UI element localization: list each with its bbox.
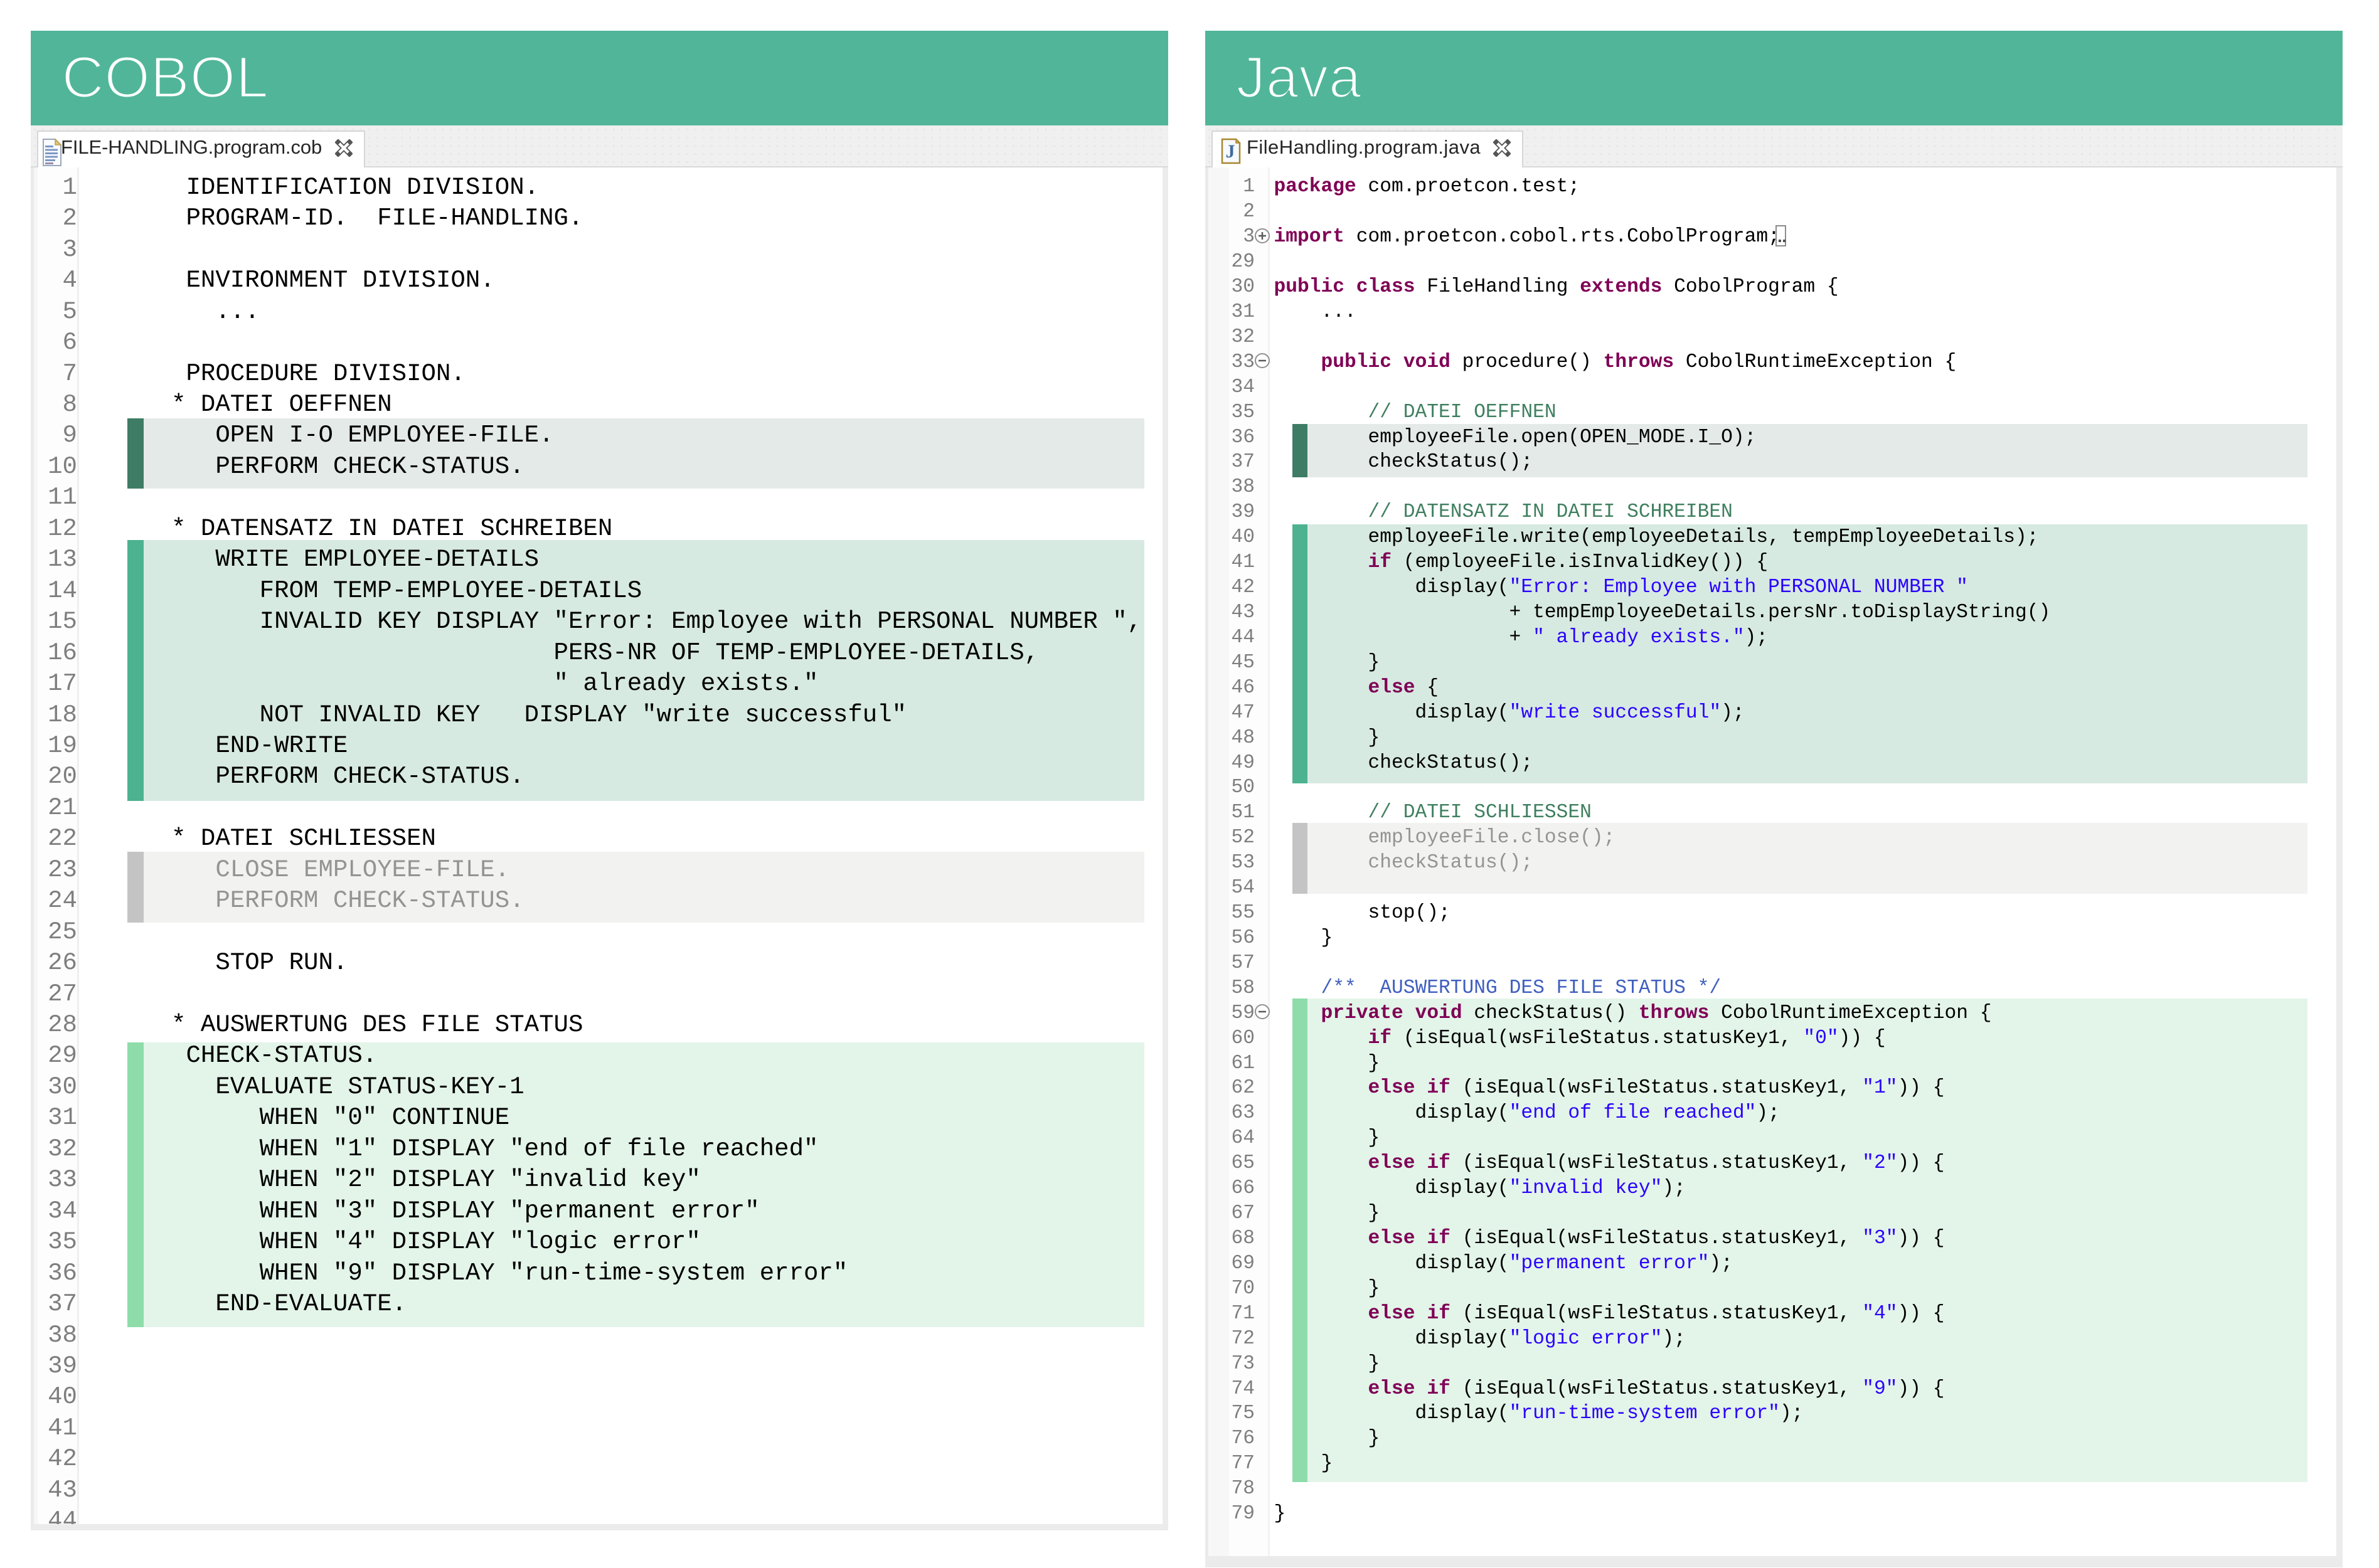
svg-text:J: J bbox=[1226, 141, 1235, 162]
